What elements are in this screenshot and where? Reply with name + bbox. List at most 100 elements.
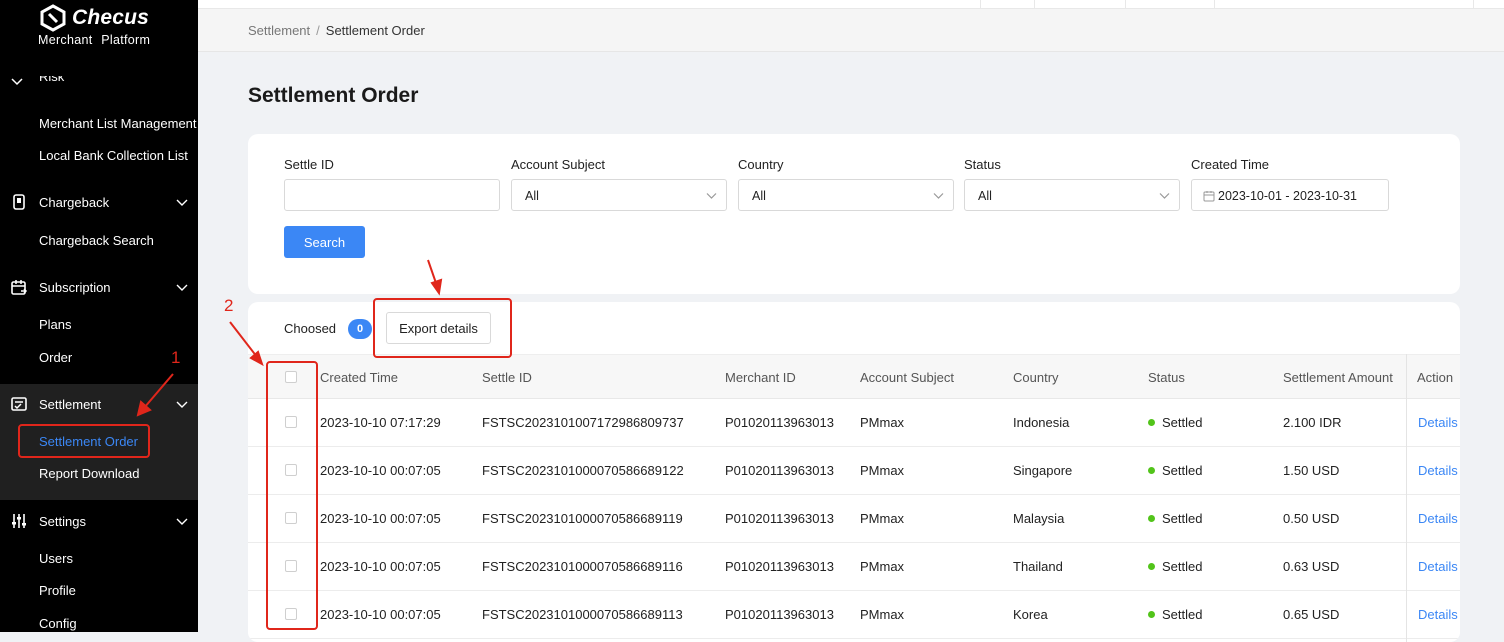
sidebar-item-chargeback-search[interactable]: Chargeback Search <box>39 233 154 248</box>
column-header: Action <box>1417 370 1454 385</box>
choosed-count-badge: 0 <box>348 319 372 339</box>
table-row: 2023-10-10 00:07:05 FSTSC202310100007058… <box>248 447 1460 495</box>
details-link[interactable]: Details <box>1418 511 1458 526</box>
sidebar-item-local-bank-collection-list[interactable]: Local Bank Collection List <box>39 148 188 163</box>
cell-country: Malaysia <box>1013 511 1065 526</box>
sliders-icon <box>12 514 26 528</box>
cell-country: Indonesia <box>1013 415 1070 430</box>
sidebar-group-settings[interactable]: Settings <box>0 503 198 539</box>
cell-status: Settled <box>1148 559 1202 574</box>
cell-account-subject: PMmax <box>860 559 905 574</box>
cell-settle-id: FSTSC2023101000070586689119 <box>482 511 683 526</box>
settle-id-input-box <box>284 179 500 211</box>
cell-merchant-id: P01020113963013 <box>725 511 834 526</box>
details-link[interactable]: Details <box>1418 463 1458 478</box>
status-select[interactable]: All <box>964 179 1180 211</box>
cell-settle-id: FSTSC2023101000070586689116 <box>482 559 683 574</box>
sidebar-group-label: Chargeback <box>39 195 110 210</box>
breadcrumb-current: Settlement Order <box>325 23 425 38</box>
details-link[interactable]: Details <box>1418 415 1458 430</box>
sidebar-group-label: Risk <box>39 76 65 84</box>
checus-logo-icon <box>40 4 66 32</box>
cell-country: Korea <box>1013 607 1048 622</box>
breadcrumb-parent[interactable]: Settlement <box>248 23 310 38</box>
breadcrumb-bar: Settlement / Settlement Order <box>198 9 1504 52</box>
date-range-value: 2023-10-01 - 2023-10-31 <box>1218 189 1357 203</box>
brand-name: Checus <box>72 6 150 29</box>
column-header: Settlement Amount <box>1283 370 1393 385</box>
table-row: 2023-10-10 00:07:05 FSTSC202310100007058… <box>248 543 1460 591</box>
cell-amount: 0.65 USD <box>1283 607 1340 622</box>
chevron-down-icon <box>176 518 188 525</box>
account-subject-select[interactable]: All <box>511 179 727 211</box>
chevron-down-icon <box>176 199 188 206</box>
calendar-icon <box>1203 191 1215 202</box>
status-text: Settled <box>1162 607 1203 622</box>
status-dot-icon <box>1148 467 1155 474</box>
calendar-icon <box>11 280 28 295</box>
cell-status: Settled <box>1148 463 1202 478</box>
settle-id-input[interactable] <box>285 180 499 210</box>
country-select[interactable]: All <box>738 179 954 211</box>
search-button[interactable]: Search <box>284 226 365 258</box>
annotation-highlight-checkboxes <box>266 361 318 630</box>
cell-created-time: 2023-10-10 00:07:05 <box>320 559 441 574</box>
annotation-highlight-settlement-order <box>18 424 150 458</box>
table-header: Created Time Settle ID Merchant ID Accou… <box>248 354 1460 399</box>
cell-created-time: 2023-10-10 00:07:05 <box>320 607 441 622</box>
chevron-down-icon <box>176 284 188 291</box>
choosed-label: Choosed <box>284 321 337 336</box>
cell-merchant-id: P01020113963013 <box>725 463 834 478</box>
field-label: Account Subject <box>511 157 605 172</box>
created-time-picker[interactable]: 2023-10-01 - 2023-10-31 <box>1191 179 1389 211</box>
cell-merchant-id: P01020113963013 <box>725 607 834 622</box>
sidebar-item-profile[interactable]: Profile <box>39 583 76 598</box>
header-divider <box>980 0 981 9</box>
annotation-marker-2: 2 <box>224 296 234 315</box>
sidebar-group-settlement[interactable]: Settlement <box>0 386 198 422</box>
chevron-down-icon <box>11 78 23 86</box>
sidebar-group-risk[interactable]: Risk <box>10 76 130 90</box>
cell-account-subject: PMmax <box>860 415 905 430</box>
cell-amount: 1.50 USD <box>1283 463 1340 478</box>
table-row: 2023-10-10 00:07:05 FSTSC202310100007058… <box>248 495 1460 543</box>
created-time-field: Created Time 2023-10-01 - 2023-10-31 <box>1191 157 1389 211</box>
cell-amount: 2.100 IDR <box>1283 415 1342 430</box>
cell-created-time: 2023-10-10 00:07:05 <box>320 463 441 478</box>
sidebar-item-users[interactable]: Users <box>39 551 73 566</box>
sidebar-group-subscription[interactable]: Subscription <box>0 269 198 305</box>
column-header: Country <box>1013 370 1059 385</box>
sidebar: Checus Merchant Platform Risk Merchant L… <box>0 0 198 632</box>
table-row: 2023-10-10 07:17:29 FSTSC202310100717298… <box>248 399 1460 447</box>
details-link[interactable]: Details <box>1418 559 1458 574</box>
field-label: Created Time <box>1191 157 1270 172</box>
cell-created-time: 2023-10-10 00:07:05 <box>320 511 441 526</box>
column-header: Account Subject <box>860 370 954 385</box>
cell-status: Settled <box>1148 607 1202 622</box>
cell-country: Singapore <box>1013 463 1073 478</box>
sidebar-item-order[interactable]: Order <box>39 350 72 365</box>
action-column-divider <box>1406 354 1407 642</box>
cell-amount: 0.63 USD <box>1283 559 1340 574</box>
sidebar-group-label: Subscription <box>39 280 111 295</box>
column-header: Created Time <box>320 370 399 385</box>
cell-amount: 0.50 USD <box>1283 511 1340 526</box>
sidebar-item-report-download[interactable]: Report Download <box>39 466 139 481</box>
cell-merchant-id: P01020113963013 <box>725 415 834 430</box>
status-dot-icon <box>1148 611 1155 618</box>
chevron-down-icon <box>933 193 944 199</box>
sidebar-group-chargeback[interactable]: Chargeback <box>0 184 198 220</box>
sidebar-item-merchant-list-management[interactable]: Merchant List Management <box>39 116 197 131</box>
header-divider <box>1125 0 1126 9</box>
sidebar-item-plans[interactable]: Plans <box>39 317 72 332</box>
status-text: Settled <box>1162 511 1203 526</box>
sidebar-group-label: Settlement <box>39 397 102 412</box>
brand-subtitle: Merchant Platform <box>38 33 151 47</box>
sidebar-item-config[interactable]: Config <box>39 616 77 631</box>
details-link[interactable]: Details <box>1418 607 1458 622</box>
cell-status: Settled <box>1148 415 1202 430</box>
field-label: Settle ID <box>284 157 334 172</box>
cell-account-subject: PMmax <box>860 607 905 622</box>
page-title: Settlement Order <box>248 84 419 107</box>
annotation-marker-1: 1 <box>171 348 181 367</box>
